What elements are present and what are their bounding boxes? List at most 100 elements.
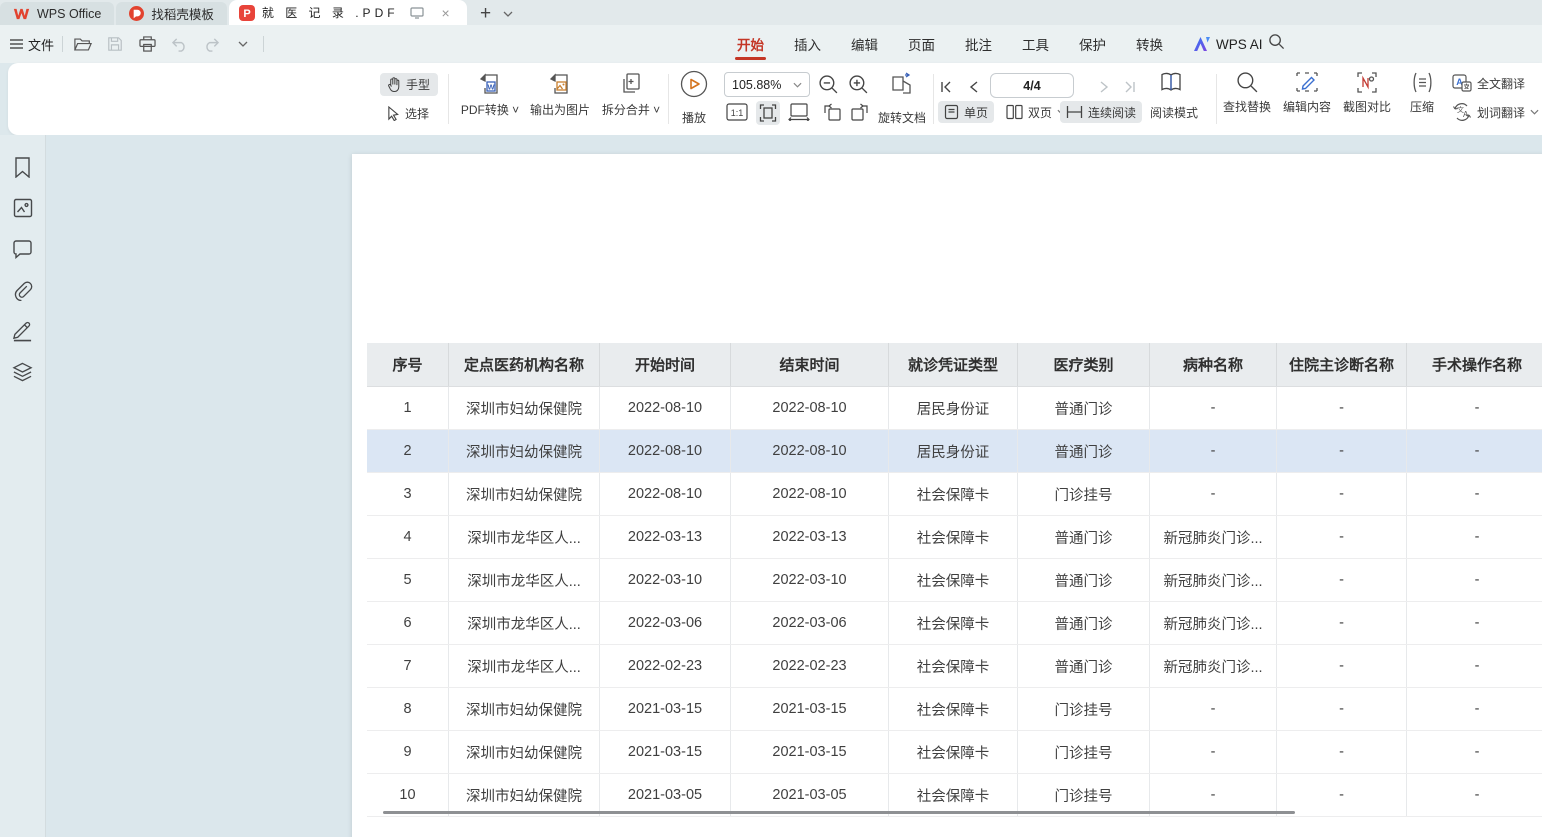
table-row: 1深圳市妇幼保健院2022-08-102022-08-10居民身份证普通门诊--… [367,387,1542,430]
medical-records-table: 序号定点医药机构名称开始时间结束时间就诊凭证类型医疗类别病种名称住院主诊断名称手… [367,343,1542,817]
table-cell: 2022-02-23 [731,645,889,687]
comments-icon[interactable] [11,237,35,261]
edit-content-icon [1295,71,1319,94]
pdf-convert-icon: W [477,71,503,97]
page-thumbnails-icon[interactable] [11,196,35,220]
table-row: 9深圳市妇幼保健院2021-03-152021-03-15社会保障卡门诊挂号--… [367,731,1542,774]
fit-width-button[interactable] [788,103,810,121]
menu-home[interactable]: 开始 [737,25,764,63]
screenshot-compare-button[interactable]: 截图对比 [1340,71,1394,115]
table-cell: 深圳市妇幼保健院 [449,688,600,730]
rotate-left-button[interactable] [822,103,842,122]
table-cell: 2022-08-10 [600,473,731,515]
select-tool-button[interactable]: 选择 [380,102,438,125]
menu-protect[interactable]: 保护 [1079,25,1106,63]
table-cell: 3 [367,473,449,515]
rotate-document-icon[interactable] [888,71,915,97]
tab-document-pdf[interactable]: P 就 医 记 录 .PDF × [229,0,467,25]
undo-icon[interactable] [167,32,191,56]
menu-page[interactable]: 页面 [908,25,935,63]
menu-annotate[interactable]: 批注 [965,25,992,63]
document-canvas[interactable]: 序号定点医药机构名称开始时间结束时间就诊凭证类型医疗类别病种名称住院主诊断名称手… [46,135,1542,837]
rotate-right-button[interactable] [850,103,870,122]
table-cell: 社会保障卡 [889,516,1018,558]
column-header: 住院主诊断名称 [1277,343,1407,386]
edit-content-button[interactable]: 编辑内容 [1280,71,1334,115]
pdf-convert-button[interactable]: W PDF转换 ˅ [452,71,528,118]
zoom-in-button[interactable] [848,74,869,95]
tab-docer-templates[interactable]: 找稻壳模板 [116,2,227,25]
read-mode-button[interactable]: 阅读模式 [1144,101,1204,123]
table-cell: - [1277,645,1407,687]
export-as-image-button[interactable]: 输出为图片 [524,71,596,118]
table-header-row: 序号定点医药机构名称开始时间结束时间就诊凭证类型医疗类别病种名称住院主诊断名称手… [367,343,1542,387]
zoom-out-button[interactable] [818,74,839,95]
save-icon[interactable] [103,32,127,56]
compress-button[interactable]: 压缩 [1402,71,1442,115]
find-replace-button[interactable]: 查找替换 [1220,71,1274,115]
read-mode-icon[interactable] [1158,70,1184,94]
compress-icon [1410,71,1435,94]
signature-icon[interactable] [11,319,35,343]
tab-list-chevron-icon[interactable] [497,3,519,25]
bookmark-icon[interactable] [11,155,35,179]
rotate-document-label[interactable]: 旋转文档 [878,109,926,126]
table-cell: - [1407,387,1542,429]
split-merge-button[interactable]: 拆分合并 ˅ [596,71,666,118]
hand-tool-button[interactable]: 手型 [380,73,438,96]
table-cell: 普通门诊 [1018,516,1150,558]
play-button[interactable] [680,70,708,98]
chevron-down-icon [793,82,802,88]
zoom-level-combobox[interactable]: 105.88% [724,72,810,97]
table-cell: 9 [367,731,449,773]
table-cell: - [1407,645,1542,687]
menu-tools[interactable]: 工具 [1022,25,1049,63]
attachments-icon[interactable] [11,278,35,302]
table-cell: 普通门诊 [1018,645,1150,687]
wps-ai-icon [1194,37,1210,51]
single-page-icon [944,104,959,120]
next-page-button[interactable] [1094,77,1114,97]
fit-page-button[interactable] [756,101,780,125]
docer-logo-icon [129,6,144,21]
menu-search-icon[interactable] [1268,33,1285,50]
table-cell: 2021-03-15 [600,688,731,730]
full-text-translate-button[interactable]: A 全文翻译 [1446,72,1531,94]
menu-convert[interactable]: 转换 [1136,25,1163,63]
close-tab-icon[interactable]: × [435,2,457,24]
continuous-reading-button[interactable]: 连续阅读 [1060,101,1142,123]
table-cell: 2022-03-13 [600,516,731,558]
table-cell: 2022-03-10 [731,559,889,601]
page-number-input[interactable] [990,73,1074,98]
table-cell: 新冠肺炎门诊... [1150,602,1277,644]
print-icon[interactable] [135,32,159,56]
last-page-button[interactable] [1120,77,1140,97]
redo-icon[interactable] [199,32,223,56]
table-cell: 2021-03-15 [600,731,731,773]
table-cell: 5 [367,559,449,601]
single-page-button[interactable]: 单页 [938,101,994,123]
table-cell: 2021-03-15 [731,688,889,730]
pdf-page: 序号定点医药机构名称开始时间结束时间就诊凭证类型医疗类别病种名称住院主诊断名称手… [352,154,1542,837]
present-to-screen-icon[interactable] [406,2,428,24]
file-menu[interactable]: 文件 [10,35,54,54]
table-cell: - [1407,688,1542,730]
new-tab-button[interactable]: + [475,3,497,25]
menu-insert[interactable]: 插入 [794,25,821,63]
previous-page-button[interactable] [963,77,983,97]
table-cell: - [1277,516,1407,558]
table-cell: 社会保障卡 [889,645,1018,687]
quickbar-chevron-icon[interactable] [231,32,255,56]
open-file-icon[interactable] [71,32,95,56]
column-header: 结束时间 [731,343,889,386]
wps-ai-button[interactable]: WPS AI [1194,25,1263,63]
table-cell: 2022-08-10 [600,430,731,472]
table-cell: 门诊挂号 [1018,731,1150,773]
table-cell: 2 [367,430,449,472]
layers-icon[interactable] [11,360,35,384]
actual-size-button[interactable]: 1:1 [726,103,748,121]
first-page-button[interactable] [936,77,956,97]
word-translate-button[interactable]: 文A 划词翻译 [1446,101,1542,123]
menu-edit[interactable]: 编辑 [851,25,878,63]
tab-wps-office[interactable]: WPS Office [0,2,114,25]
